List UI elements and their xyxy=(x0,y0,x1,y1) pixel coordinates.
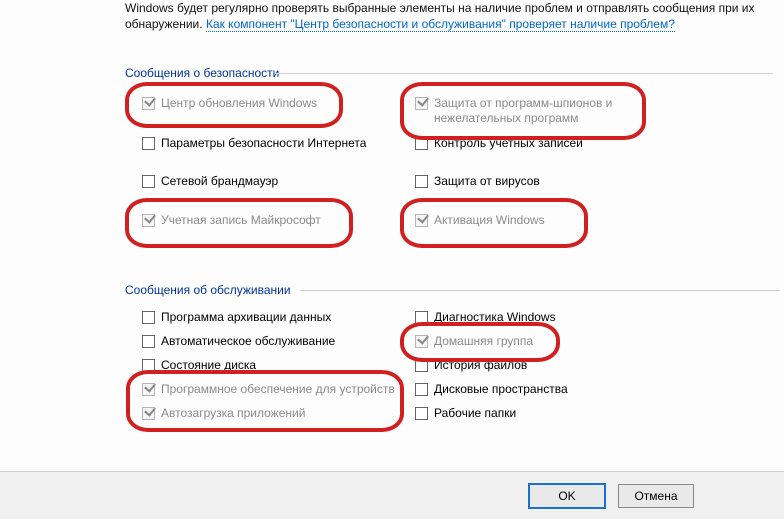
help-link[interactable]: Как компонент "Центр безопасности и обсл… xyxy=(206,17,675,32)
checkbox-windows-update: Центр обновления Windows xyxy=(142,96,317,111)
divider xyxy=(300,290,780,291)
checkbox-icon xyxy=(415,214,428,227)
checkbox-disk-state[interactable]: Состояние диска xyxy=(142,358,256,373)
checkbox-label: Состояние диска xyxy=(161,358,256,373)
checkbox-icon xyxy=(415,97,428,110)
checkbox-label: История файлов xyxy=(434,358,527,373)
checkbox-diagnostics[interactable]: Диагностика Windows xyxy=(415,310,556,325)
checkbox-label: Центр обновления Windows xyxy=(161,96,317,111)
checkbox-ms-account: Учетная запись Майкрософт xyxy=(142,213,321,228)
checkbox-work-folders[interactable]: Рабочие папки xyxy=(415,406,516,421)
checkbox-icon xyxy=(415,383,428,396)
checkbox-icon xyxy=(142,175,155,188)
checkbox-label: Защита от программ-шпионов и нежелательн… xyxy=(434,96,644,126)
checkbox-activation: Активация Windows xyxy=(415,213,545,228)
checkbox-label: Дисковые пространства xyxy=(434,382,568,397)
checkbox-internet-security[interactable]: Параметры безопасности Интернета xyxy=(142,136,366,151)
maintenance-section-title: Сообщения об обслуживании xyxy=(125,283,291,297)
checkbox-label: Рабочие папки xyxy=(434,406,516,421)
checkbox-label: Автоматическое обслуживание xyxy=(161,334,335,349)
checkbox-label: Сетевой брандмауэр xyxy=(161,174,278,189)
checkbox-icon xyxy=(142,359,155,372)
checkbox-icon xyxy=(142,214,155,227)
checkbox-icon xyxy=(142,383,155,396)
checkbox-file-history[interactable]: История файлов xyxy=(415,358,527,373)
checkbox-icon xyxy=(142,97,155,110)
ok-button[interactable]: OK xyxy=(528,483,606,509)
dialog-footer: OK Отмена xyxy=(0,471,784,519)
checkbox-storage-spaces[interactable]: Дисковые пространства xyxy=(415,382,568,397)
checkbox-firewall[interactable]: Сетевой брандмауэр xyxy=(142,174,278,189)
checkbox-icon xyxy=(415,175,428,188)
divider xyxy=(275,73,773,74)
checkbox-icon xyxy=(142,311,155,324)
checkbox-label: Автозагрузка приложений xyxy=(161,406,305,421)
checkbox-icon xyxy=(142,407,155,420)
checkbox-label: Контроль учетных записей xyxy=(434,136,583,151)
checkbox-label: Активация Windows xyxy=(434,213,545,228)
checkbox-label: Домашняя группа xyxy=(434,334,533,349)
checkbox-label: Учетная запись Майкрософт xyxy=(161,213,321,228)
checkbox-icon xyxy=(415,407,428,420)
checkbox-label: Программа архивации данных xyxy=(161,310,331,325)
checkbox-uac[interactable]: Контроль учетных записей xyxy=(415,136,583,151)
security-section-title: Сообщения о безопасности xyxy=(125,66,279,80)
checkbox-icon xyxy=(415,359,428,372)
checkbox-device-software: Программное обеспечение для устройств xyxy=(142,382,395,397)
checkbox-backup[interactable]: Программа архивации данных xyxy=(142,310,331,325)
checkbox-label: Защита от вирусов xyxy=(434,174,540,189)
cancel-button[interactable]: Отмена xyxy=(618,484,694,508)
checkbox-icon xyxy=(142,335,155,348)
checkbox-auto-maintenance[interactable]: Автоматическое обслуживание xyxy=(142,334,335,349)
checkbox-homegroup: Домашняя группа xyxy=(415,334,533,349)
description-text: Windows будет регулярно проверять выбран… xyxy=(125,0,765,32)
checkbox-icon xyxy=(415,137,428,150)
checkbox-spyware: Защита от программ-шпионов и нежелательн… xyxy=(415,96,644,126)
checkbox-icon xyxy=(415,311,428,324)
checkbox-label: Параметры безопасности Интернета xyxy=(161,136,366,151)
checkbox-label: Диагностика Windows xyxy=(434,310,556,325)
checkbox-icon xyxy=(415,335,428,348)
checkbox-label: Программное обеспечение для устройств xyxy=(161,382,395,397)
highlight-ring xyxy=(126,370,404,432)
checkbox-icon xyxy=(142,137,155,150)
checkbox-virus[interactable]: Защита от вирусов xyxy=(415,174,540,189)
checkbox-startup-apps: Автозагрузка приложений xyxy=(142,406,305,421)
